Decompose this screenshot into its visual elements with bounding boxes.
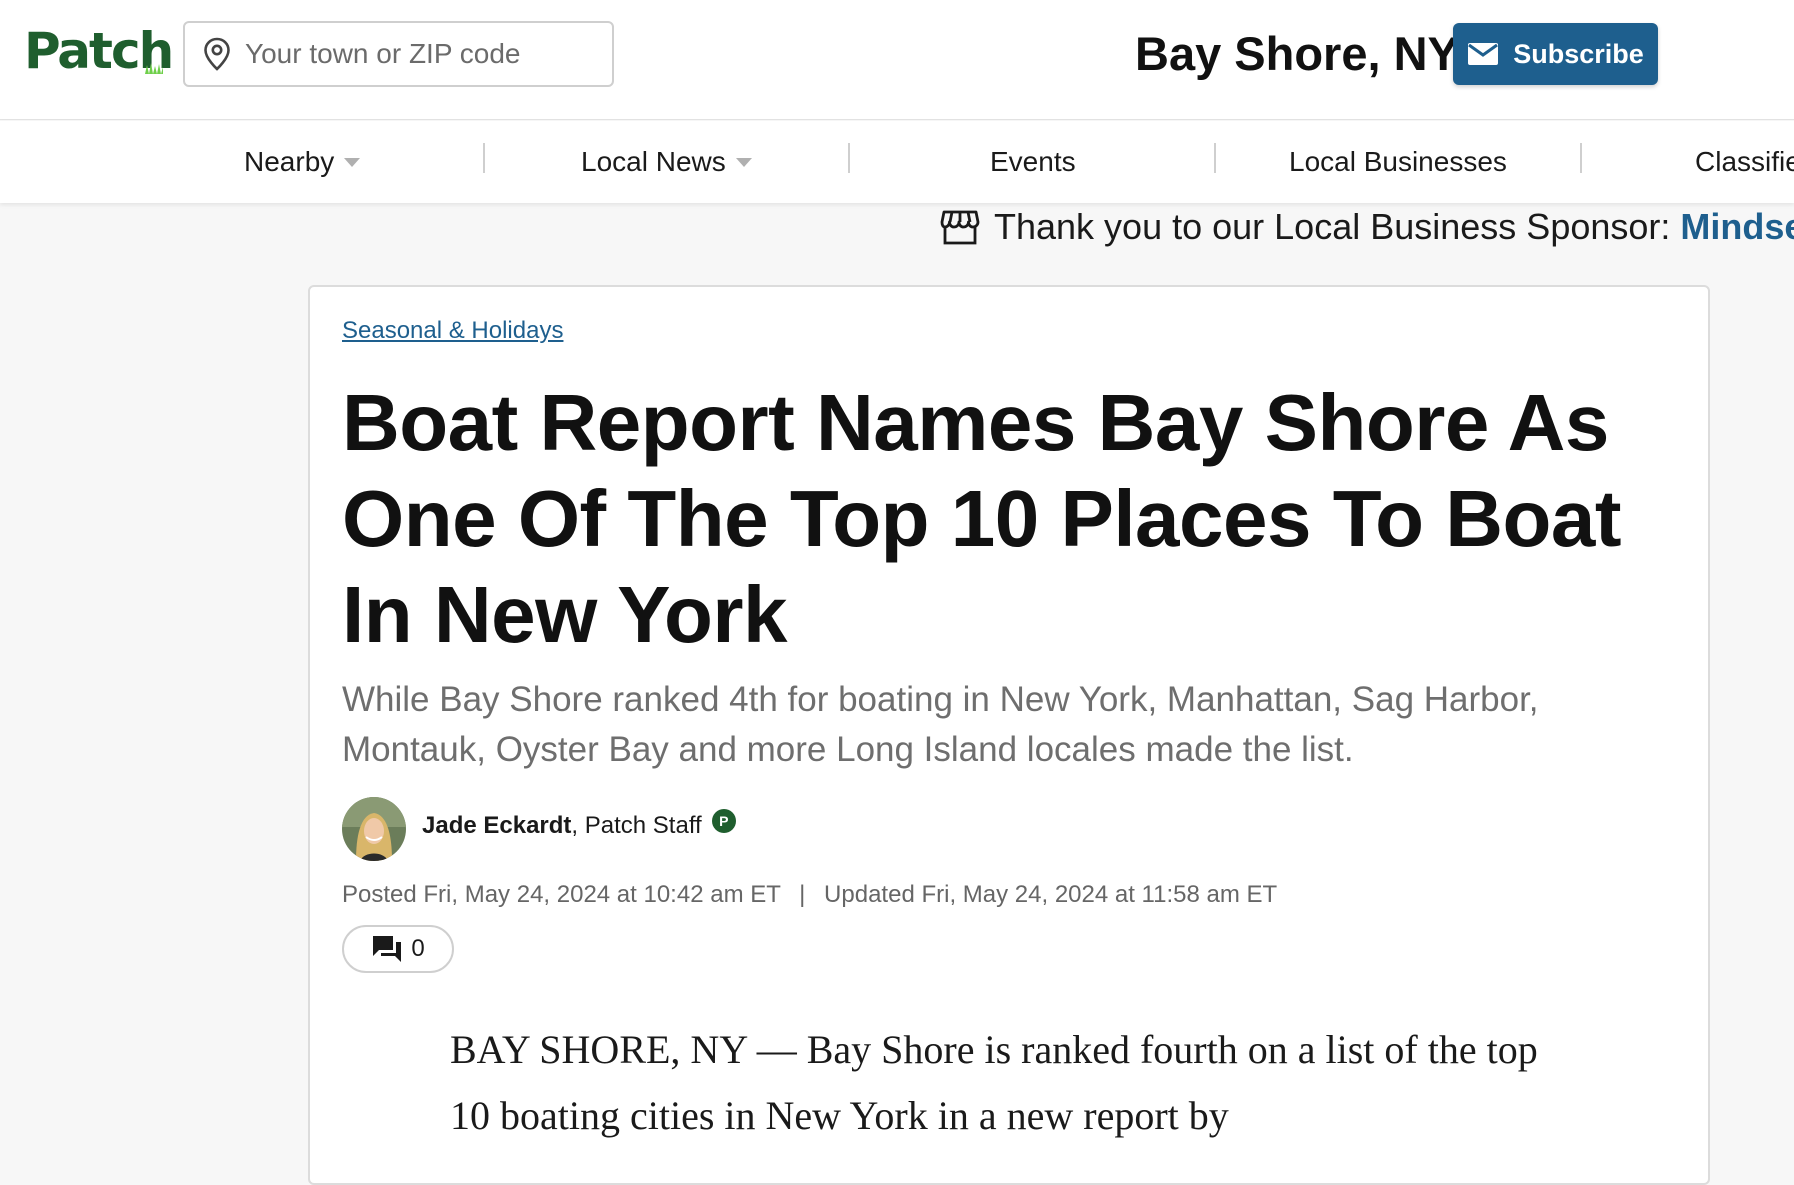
author-avatar[interactable] bbox=[342, 797, 406, 861]
author-role: , Patch Staff bbox=[571, 812, 702, 839]
article-category-link[interactable]: Seasonal & Holidays bbox=[342, 317, 563, 345]
nav-item-label: Local Businesses bbox=[1289, 146, 1507, 177]
main-nav: Nearby Local News Events Local Businesse… bbox=[0, 121, 1794, 203]
grass-icon bbox=[145, 63, 163, 74]
comment-bubbles-icon bbox=[373, 936, 402, 962]
nav-item-label: Classifie bbox=[1695, 146, 1794, 177]
patch-staff-badge-icon: P bbox=[711, 809, 736, 833]
nav-item-label: Local News bbox=[581, 146, 726, 177]
site-header: Patch Bay Shore, NY Subscribe bbox=[0, 0, 1794, 120]
nav-divider bbox=[1214, 143, 1216, 173]
current-town-title: Bay Shore, NY bbox=[1135, 27, 1459, 80]
date-separator: | bbox=[799, 881, 806, 908]
nav-item-label: Nearby bbox=[244, 146, 335, 177]
author-byline: Jade Eckardt , Patch Staff P bbox=[422, 809, 736, 840]
article-card: Seasonal & Holidays Boat Report Names Ba… bbox=[308, 285, 1710, 1185]
updated-date: Updated Fri, May 24, 2024 at 11:58 am ET bbox=[824, 881, 1278, 908]
comments-button[interactable]: 0 bbox=[342, 925, 454, 973]
caret-down-icon bbox=[735, 157, 752, 167]
nav-item-local-businesses[interactable]: Local Businesses bbox=[1289, 121, 1507, 203]
subscribe-button[interactable]: Subscribe bbox=[1453, 23, 1658, 85]
envelope-icon bbox=[1468, 43, 1499, 65]
article-dates: Posted Fri, May 24, 2024 at 10:42 am ET … bbox=[342, 881, 1277, 909]
author-name-link[interactable]: Jade Eckardt bbox=[422, 812, 571, 840]
nav-item-events[interactable]: Events bbox=[990, 121, 1076, 203]
nav-item-classifieds[interactable]: Classifie bbox=[1695, 121, 1794, 203]
town-search-input[interactable] bbox=[245, 38, 605, 70]
storefront-icon bbox=[940, 210, 980, 245]
town-search-box[interactable] bbox=[183, 21, 614, 87]
nav-item-nearby[interactable]: Nearby bbox=[244, 121, 361, 203]
nav-divider bbox=[1580, 143, 1582, 173]
nav-divider bbox=[483, 143, 485, 173]
comment-count: 0 bbox=[411, 935, 425, 962]
nav-item-local-news[interactable]: Local News bbox=[581, 121, 752, 203]
nav-item-label: Events bbox=[990, 146, 1076, 177]
subscribe-label: Subscribe bbox=[1513, 38, 1644, 69]
location-pin-icon bbox=[204, 37, 230, 71]
sponsor-link[interactable]: Mindse bbox=[1680, 206, 1794, 248]
author-photo-icon bbox=[342, 797, 406, 861]
sponsor-prefix: Thank you to our Local Business Sponsor: bbox=[994, 206, 1671, 247]
nav-divider bbox=[848, 143, 850, 173]
sponsor-banner: Thank you to our Local Business Sponsor:… bbox=[940, 203, 1794, 251]
article-subhead: While Bay Shore ranked 4th for boating i… bbox=[342, 680, 1539, 769]
posted-date: Posted Fri, May 24, 2024 at 10:42 am ET bbox=[342, 881, 781, 908]
caret-down-icon bbox=[344, 157, 361, 167]
article-body-paragraph: BAY SHORE, NY — Bay Shore is ranked four… bbox=[450, 1027, 1538, 1138]
article-headline: Boat Report Names Bay Shore As One Of Th… bbox=[342, 378, 1622, 659]
